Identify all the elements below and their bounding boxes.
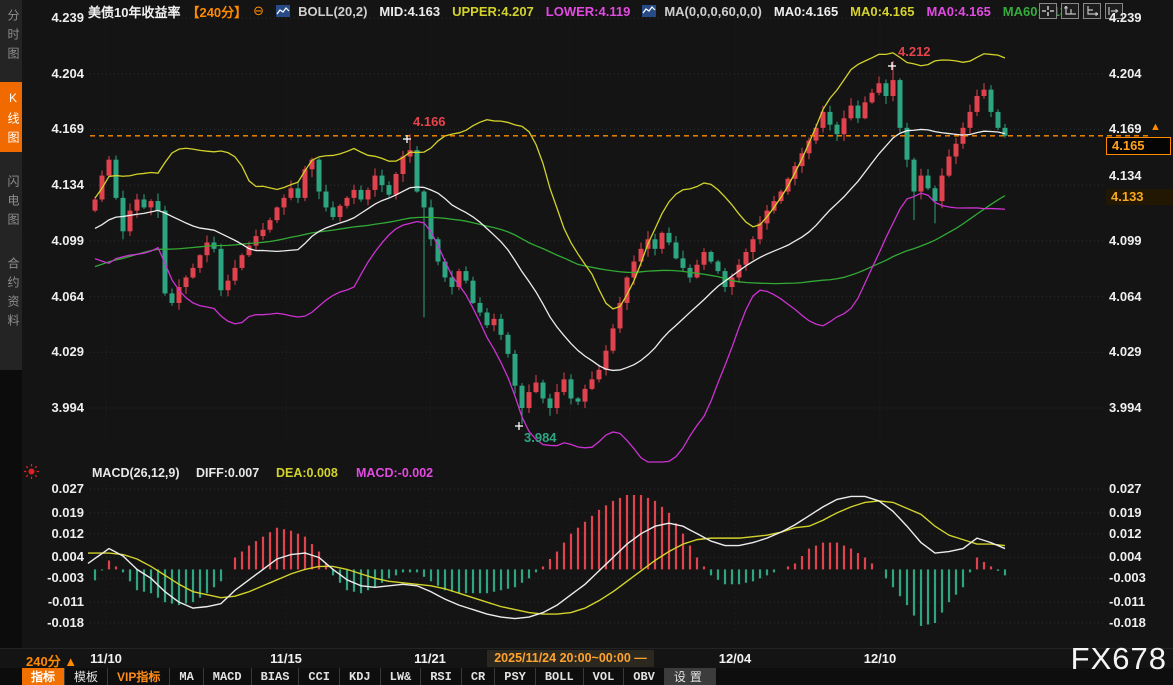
circled-minus-icon[interactable]: ⊖ xyxy=(253,3,264,19)
trading-app-window: { "sidebar": { "tabs": [ {"label": "分时图"… xyxy=(0,0,1173,685)
mini-chart-icon xyxy=(276,5,290,17)
sidebar-tab-1[interactable]: 分时图 xyxy=(0,0,22,68)
price-annotation: 4.212 xyxy=(898,44,931,59)
macd-axis-label: -0.003 xyxy=(22,570,84,586)
time-axis: 240分 ▲ 11/1011/1511/2112/0412/10 2025/11… xyxy=(0,648,1173,669)
watermark: FX678 xyxy=(1071,641,1167,677)
boll-name: BOLL(20,2) xyxy=(298,4,367,19)
macd-axis-label: 0.027 xyxy=(22,481,84,497)
toolbar-button-模板[interactable]: 模板 xyxy=(65,668,108,685)
price-annotation: 4.166 xyxy=(413,114,446,129)
toolbar-button-PSY[interactable]: PSY xyxy=(495,668,536,685)
sidebar-tab-4[interactable]: 合约资料 xyxy=(0,248,22,335)
price-axis-label: 4.204 xyxy=(22,66,84,82)
current-price-badge: 4.165 xyxy=(1106,137,1171,155)
ma-value-3: MA0:4.165 xyxy=(926,4,990,19)
macd-name: MACD(26,12,9) xyxy=(92,466,180,480)
price-axis-label: 4.239 xyxy=(22,10,84,26)
macd-axis-label: 0.019 xyxy=(1109,505,1171,521)
macd-axis-label: 0.012 xyxy=(22,526,84,542)
toolbar-button-VIP指标[interactable]: VIP指标 xyxy=(108,668,170,685)
macd-axis-label: 0.027 xyxy=(1109,481,1171,497)
time-tick-label: 12/04 xyxy=(719,651,752,666)
ma60-price-badge: 4.133 xyxy=(1106,189,1173,205)
alert-icon xyxy=(24,464,39,479)
toolbar-button-RSI[interactable]: RSI xyxy=(421,668,462,685)
macd-axis-label: -0.003 xyxy=(1109,570,1171,586)
macd-axis-label: 0.004 xyxy=(22,549,84,565)
macd-axis-label: -0.011 xyxy=(1109,594,1171,610)
toolbar-button-VOL[interactable]: VOL xyxy=(584,668,625,685)
crosshair-tool-icon[interactable] xyxy=(1039,3,1057,19)
price-axis-label: 4.169 xyxy=(22,121,84,137)
price-axis-label: 4.099 xyxy=(22,233,84,249)
toolbar-button-设置[interactable]: 设置 xyxy=(665,668,716,685)
axis-scale-up-icon[interactable] xyxy=(1061,3,1079,19)
sidebar: 分时图 K线图闪电图合约资料 xyxy=(0,0,22,685)
macd-dea-value: DEA:0.008 xyxy=(276,466,338,480)
toolbar-button-MA[interactable]: MA xyxy=(170,668,203,685)
axis-scale-right-icon[interactable] xyxy=(1083,3,1101,19)
ma-name: MA(0,0,0,60,0,0) xyxy=(664,4,762,19)
ma-value-2: MA0:4.165 xyxy=(850,4,914,19)
macd-axis-label: 0.004 xyxy=(1109,549,1171,565)
boll-lower: LOWER:4.119 xyxy=(546,4,631,19)
toolbar-button-KDJ[interactable]: KDJ xyxy=(340,668,381,685)
price-axis-label: 3.994 xyxy=(1109,400,1171,416)
price-axis-label: 4.239 xyxy=(1109,10,1171,26)
toolbar-button-MACD[interactable]: MACD xyxy=(204,668,252,685)
time-range-highlight: 2025/11/24 20:00~00:00 — xyxy=(487,650,654,667)
price-axis-label: 4.099 xyxy=(1109,233,1171,249)
toolbar-button-CCI[interactable]: CCI xyxy=(299,668,340,685)
boll-upper: UPPER:4.207 xyxy=(452,4,534,19)
sidebar-tab-2[interactable]: K线图 xyxy=(0,82,22,152)
price-annotation: 3.984 xyxy=(524,430,557,445)
macd-diff-value: DIFF:0.007 xyxy=(196,466,259,480)
price-axis-label: 4.029 xyxy=(1109,344,1171,360)
mini-chart-icon xyxy=(642,5,656,17)
indicator-readout-bar: 美债10年收益率 【240分】 ⊖ BOLL(20,2) MID:4.163 U… xyxy=(88,3,1097,19)
toolbar-button-BIAS[interactable]: BIAS xyxy=(252,668,300,685)
toolbar-button-指标[interactable]: 指标 xyxy=(22,668,65,685)
toolbar-button-LW&[interactable]: LW& xyxy=(381,668,422,685)
price-axis-label: 3.994 xyxy=(22,400,84,416)
macd-axis-label: 0.019 xyxy=(22,505,84,521)
ma-value-1: MA0:4.165 xyxy=(774,4,838,19)
sidebar-tab-3[interactable]: 闪电图 xyxy=(0,166,22,234)
macd-axis-label: -0.018 xyxy=(22,615,84,631)
indicator-toolbar: 指标模板VIP指标MAMACDBIASCCIKDJLW&RSICRPSYBOLL… xyxy=(0,668,1173,685)
macd-axis-label: -0.018 xyxy=(1109,615,1171,631)
boll-mid: MID:4.163 xyxy=(379,4,440,19)
toolbar-button-BOLL[interactable]: BOLL xyxy=(536,668,584,685)
price-axis-label: 4.029 xyxy=(22,344,84,360)
price-axis-label: 4.169 xyxy=(1109,121,1171,137)
price-axis-label: 4.204 xyxy=(1109,66,1171,82)
time-tick-label: 11/21 xyxy=(414,651,446,666)
chart-canvas[interactable] xyxy=(0,0,1173,685)
macd-axis-label: 0.012 xyxy=(1109,526,1171,542)
price-axis-label: 4.134 xyxy=(22,177,84,193)
toolbar-button-OBV[interactable]: OBV xyxy=(624,668,665,685)
price-axis-label: 4.134 xyxy=(1109,168,1171,184)
period-label: 【240分】 xyxy=(186,2,247,21)
macd-hist-value: MACD:-0.002 xyxy=(356,466,433,480)
toolbar-button-CR[interactable]: CR xyxy=(462,668,495,685)
symbol-title: 美债10年收益率 xyxy=(88,2,180,21)
toolbar-spacer xyxy=(0,668,22,685)
ma-values: MA0:4.165MA0:4.165MA0:4.165MA60:4.135 xyxy=(774,4,1074,19)
macd-axis-label: -0.011 xyxy=(22,594,84,610)
time-tick-label: 11/10 xyxy=(90,651,122,666)
time-tick-label: 12/10 xyxy=(864,651,897,666)
price-axis-label: 4.064 xyxy=(1109,289,1171,305)
price-axis-label: 4.064 xyxy=(22,289,84,305)
time-tick-label: 11/15 xyxy=(270,651,302,666)
